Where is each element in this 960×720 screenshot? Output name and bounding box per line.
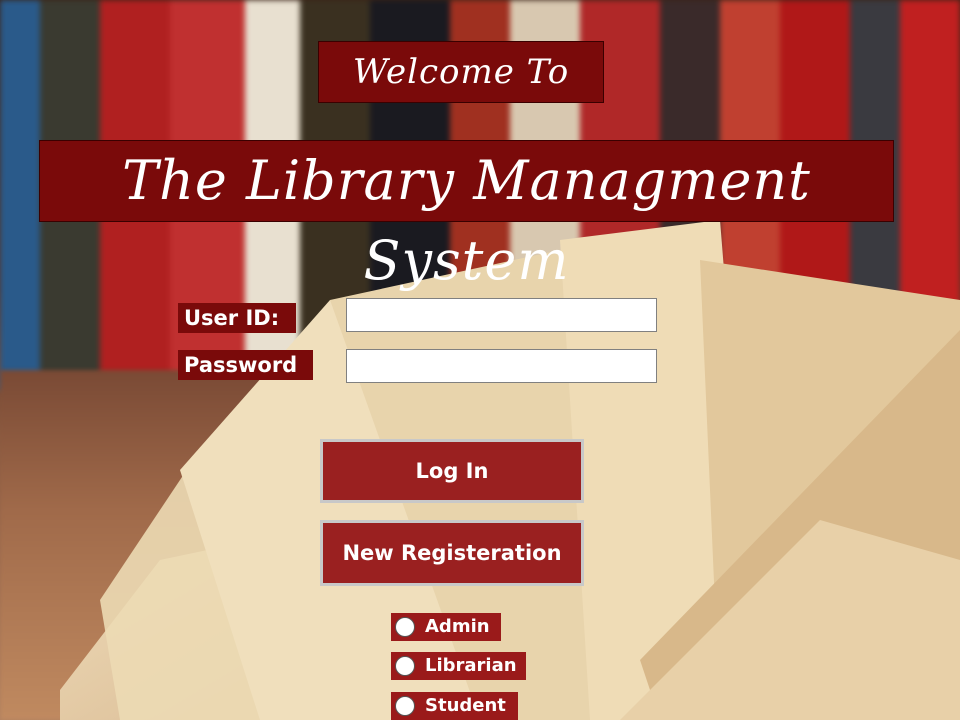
login-button[interactable]: Log In — [320, 439, 584, 503]
radio-unselected-icon[interactable] — [395, 617, 415, 637]
password-input[interactable] — [346, 349, 657, 383]
role-label-librarian: Librarian — [425, 655, 517, 676]
role-radio-student[interactable]: Student — [391, 692, 518, 720]
password-label: Password — [178, 350, 313, 380]
page-title: The Library Managment System — [39, 140, 894, 292]
user-id-label: User ID: — [178, 303, 296, 333]
role-label-student: Student — [425, 695, 506, 716]
role-radio-admin[interactable]: Admin — [391, 613, 501, 641]
radio-unselected-icon[interactable] — [395, 656, 415, 676]
radio-unselected-icon[interactable] — [395, 696, 415, 716]
user-id-input[interactable] — [346, 298, 657, 332]
welcome-banner: Welcome To — [318, 41, 604, 103]
new-registration-button[interactable]: New Registeration — [320, 520, 584, 586]
role-radio-librarian[interactable]: Librarian — [391, 652, 526, 680]
role-label-admin: Admin — [425, 616, 490, 637]
